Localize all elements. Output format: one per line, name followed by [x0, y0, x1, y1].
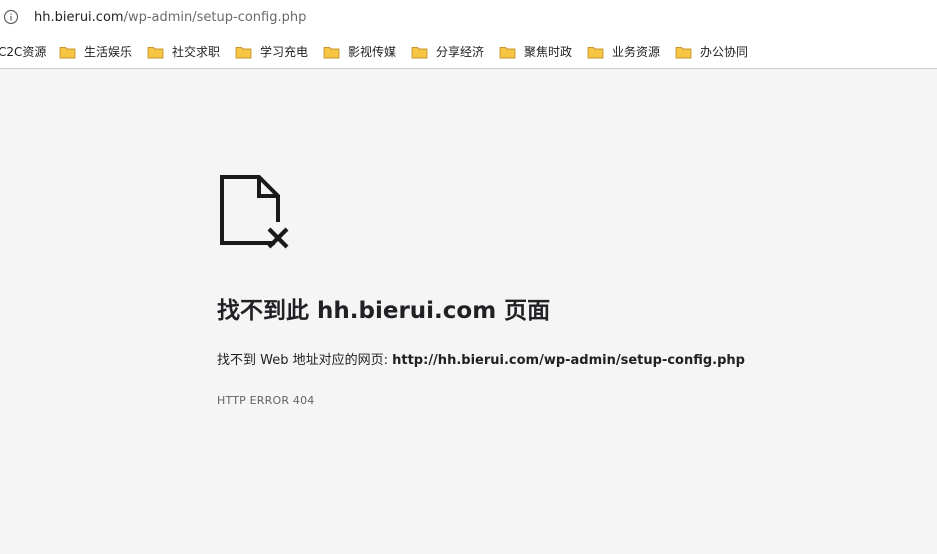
error-title: 找不到此 hh.bierui.com 页面	[217, 298, 551, 324]
error-description: 找不到 Web 地址对应的网页: http://hh.bierui.com/wp…	[217, 351, 745, 371]
folder-icon	[587, 46, 604, 58]
url-text[interactable]: hh.bierui.com/wp-admin/setup-config.php	[34, 9, 306, 27]
bookmark-label: 分享经济	[436, 45, 485, 59]
bookmark-label: 业务资源	[612, 45, 661, 59]
error-description-prefix: 找不到 Web 地址对应的网页:	[217, 353, 393, 368]
bookmark-label: C2C资源	[0, 45, 47, 59]
folder-icon	[499, 46, 516, 58]
info-icon[interactable]	[3, 9, 19, 25]
bookmark-label: 社交求职	[172, 45, 221, 59]
bookmark-folder-xuexi[interactable]: 学习充电	[235, 35, 308, 68]
bookmark-label: 办公协同	[700, 45, 749, 59]
bookmark-label: 聚焦时政	[524, 45, 573, 59]
bookmark-c2c[interactable]: C2C资源	[0, 35, 46, 68]
bookmark-folder-shenghuo[interactable]: 生活娱乐	[59, 35, 132, 68]
folder-icon	[235, 46, 252, 58]
bookmark-folder-shizheng[interactable]: 聚焦时政	[499, 35, 572, 68]
bookmark-folder-yingshi[interactable]: 影视传媒	[323, 35, 396, 68]
bookmark-folder-shejiao[interactable]: 社交求职	[147, 35, 220, 68]
bookmark-folder-bangong[interactable]: 办公协同	[675, 35, 748, 68]
url-path: /wp-admin/setup-config.php	[123, 10, 307, 25]
broken-document-icon	[220, 175, 289, 249]
bookmarks-bar: C2C资源 生活娱乐 社交求职 学习充电 影视传媒 分享经济 聚焦时政 业务资源…	[0, 35, 937, 69]
folder-icon	[147, 46, 164, 58]
folder-icon	[59, 46, 76, 58]
bookmark-folder-fenxiang[interactable]: 分享经济	[411, 35, 484, 68]
folder-icon	[411, 46, 428, 58]
bookmark-label: 生活娱乐	[84, 45, 133, 59]
folder-icon	[675, 46, 692, 58]
bookmark-label: 学习充电	[260, 45, 309, 59]
bookmark-folder-yewu[interactable]: 业务资源	[587, 35, 660, 68]
bookmark-label: 影视传媒	[348, 45, 397, 59]
url-host: hh.bierui.com	[34, 10, 124, 25]
address-bar[interactable]: hh.bierui.com/wp-admin/setup-config.php	[0, 0, 937, 35]
folder-icon	[323, 46, 340, 58]
error-code: HTTP ERROR 404	[217, 394, 315, 407]
error-url: http://hh.bierui.com/wp-admin/setup-conf…	[392, 353, 745, 368]
